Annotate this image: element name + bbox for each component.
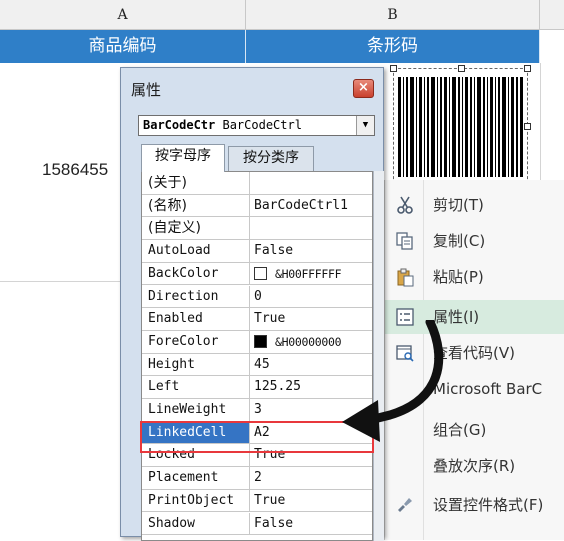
property-name: Left — [142, 376, 250, 398]
annotation-arrow-icon — [342, 320, 444, 442]
object-name: BarCodeCtr — [143, 118, 216, 132]
property-value[interactable]: 2 — [254, 467, 372, 489]
property-value[interactable]: False — [254, 240, 372, 262]
resize-handle[interactable] — [458, 65, 465, 72]
property-name: (名称) — [142, 194, 250, 217]
tab-categorized[interactable]: 按分类序 — [228, 146, 314, 171]
gridline — [0, 281, 120, 282]
property-value[interactable] — [254, 217, 372, 239]
property-row-backcolor[interactable]: BackColor &H00FFFFFF — [142, 262, 372, 286]
property-row-shadow[interactable]: Shadow False — [142, 512, 372, 536]
resize-handle[interactable] — [390, 65, 397, 72]
property-name: AutoLoad — [142, 240, 250, 262]
property-row-custom[interactable]: (自定义) — [142, 217, 372, 241]
chevron-down-icon[interactable]: ▼ — [356, 116, 374, 135]
property-value-color[interactable]: &H00FFFFFF — [254, 263, 372, 285]
cell-a2-value[interactable]: 1586455 — [42, 160, 108, 180]
object-type: BarCodeCtrl — [215, 118, 302, 132]
property-name: LineWeight — [142, 399, 250, 421]
property-name: Placement — [142, 467, 250, 489]
tab-alphabetic[interactable]: 按字母序 — [141, 144, 225, 172]
properties-title: 属性 — [131, 81, 162, 99]
menu-item-copy[interactable]: 复制(C) — [385, 224, 564, 258]
close-button[interactable]: × — [353, 79, 374, 98]
property-row-placement[interactable]: Placement 2 — [142, 467, 372, 490]
menu-item-cut[interactable]: 剪切(T) — [385, 188, 564, 222]
property-name: Height — [142, 353, 250, 376]
object-selector[interactable]: BarCodeCtr BarCodeCtrl ▼ — [138, 115, 375, 136]
header-cell-c[interactable] — [540, 30, 564, 63]
property-name: BackColor — [142, 262, 250, 285]
menu-item-format-control[interactable]: 设置控件格式(F) — [385, 488, 564, 522]
property-value[interactable]: BarCodeCtrl1 — [254, 195, 372, 217]
property-value[interactable]: True — [254, 490, 372, 512]
barcode-control[interactable] — [390, 65, 531, 184]
paste-icon — [397, 268, 414, 287]
menu-item-label: 粘贴(P) — [433, 268, 484, 286]
color-value: &H00FFFFFF — [275, 266, 342, 281]
property-row-printobject[interactable]: PrintObject True — [142, 489, 372, 513]
resize-handle[interactable] — [524, 65, 531, 72]
scissors-icon — [397, 196, 413, 214]
property-row-direction[interactable]: Direction 0 — [142, 285, 372, 309]
menu-item-paste[interactable]: 粘贴(P) — [385, 260, 564, 294]
barcode-bars — [398, 77, 523, 177]
properties-window: 属性 × BarCodeCtr BarCodeCtrl ▼ 按字母序 按分类序 … — [120, 67, 384, 541]
property-name: PrintObject — [142, 489, 250, 512]
property-value[interactable]: 0 — [254, 286, 372, 308]
close-icon: × — [358, 80, 369, 95]
column-header-b[interactable]: B — [246, 0, 540, 30]
menu-item-order[interactable]: 叠放次序(R) — [385, 449, 564, 483]
property-name: Direction — [142, 285, 250, 308]
color-swatch-white — [254, 266, 267, 280]
column-header-c[interactable] — [540, 0, 564, 30]
property-name: (自定义) — [142, 217, 250, 240]
format-control-icon — [398, 498, 412, 512]
menu-item-label: 复制(C) — [433, 232, 486, 250]
property-name: Enabled — [142, 308, 250, 330]
menu-item-label: 剪切(T) — [433, 196, 484, 214]
property-name: (关于) — [142, 172, 250, 194]
property-row-about[interactable]: (关于) — [142, 172, 372, 195]
header-cell-product-code[interactable]: 商品编码 — [0, 30, 246, 63]
color-swatch-black — [254, 334, 267, 348]
copy-icon — [396, 232, 413, 250]
menu-item-label: 设置控件格式(F) — [433, 496, 544, 514]
property-value[interactable] — [254, 172, 372, 194]
property-row-name[interactable]: (名称) BarCodeCtrl1 — [142, 194, 372, 218]
resize-handle[interactable] — [524, 123, 531, 130]
menu-item-label: 叠放次序(R) — [433, 457, 516, 475]
property-row-autoload[interactable]: AutoLoad False — [142, 240, 372, 263]
header-cell-barcode[interactable]: 条形码 — [246, 30, 540, 63]
property-name: ForeColor — [142, 330, 250, 353]
column-header-a[interactable]: A — [0, 0, 246, 30]
